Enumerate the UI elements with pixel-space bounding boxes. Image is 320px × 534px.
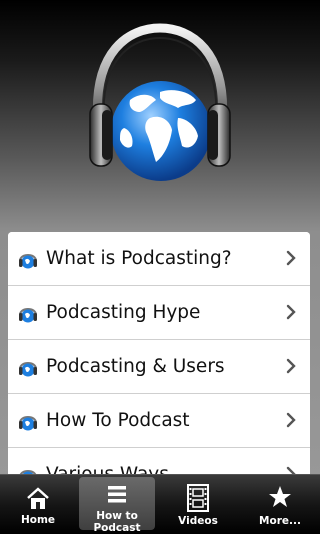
tab-more[interactable]: More... <box>242 475 318 534</box>
list-item-label: Podcasting Hype <box>46 302 201 323</box>
chevron-right-icon <box>286 466 296 474</box>
list-item-label: Podcasting & Users <box>46 356 225 377</box>
list-item-label: What is Podcasting? <box>46 248 232 269</box>
chevron-right-icon <box>286 304 296 320</box>
list-icon <box>108 486 126 503</box>
chevron-right-icon <box>286 250 296 266</box>
tab-videos[interactable]: Videos <box>160 475 236 534</box>
globe-headphones-icon <box>19 308 37 323</box>
list-item-label: How To Podcast <box>46 410 190 431</box>
list-item-podcasting-users[interactable]: Podcasting & Users <box>8 340 310 394</box>
chevron-right-icon <box>286 412 296 428</box>
list-item-label: Various Ways... <box>46 464 187 474</box>
list-item-various-ways[interactable]: Various Ways... <box>8 448 310 474</box>
tab-label: Home <box>20 514 56 526</box>
home-icon <box>27 487 49 509</box>
tab-label: How to Podcast <box>93 510 141 534</box>
globe-headphones-icon <box>19 254 37 269</box>
globe-headphones-icon <box>19 362 37 377</box>
list-item-podcasting-hype[interactable]: Podcasting Hype <box>8 286 310 340</box>
star-icon <box>269 486 291 507</box>
tab-how-to-podcast[interactable]: How to Podcast <box>79 477 155 534</box>
globe-headphones-icon <box>89 23 231 181</box>
tab-bar: Home How to Podcast Videos More... <box>0 474 320 534</box>
hero-banner <box>0 0 320 232</box>
film-icon <box>187 484 209 512</box>
list-item-how-to-podcast[interactable]: How To Podcast <box>8 394 310 448</box>
globe-headphones-icon <box>19 470 37 474</box>
tab-label: Videos <box>178 515 218 527</box>
chevron-right-icon <box>286 358 296 374</box>
globe-headphones-icon <box>19 416 37 431</box>
list-item-what-is-podcasting[interactable]: What is Podcasting? <box>8 232 310 286</box>
tab-home[interactable]: Home <box>0 475 76 534</box>
tab-label: More... <box>259 515 301 527</box>
menu-list: What is Podcasting? Podcasting Hype Podc… <box>8 232 310 474</box>
